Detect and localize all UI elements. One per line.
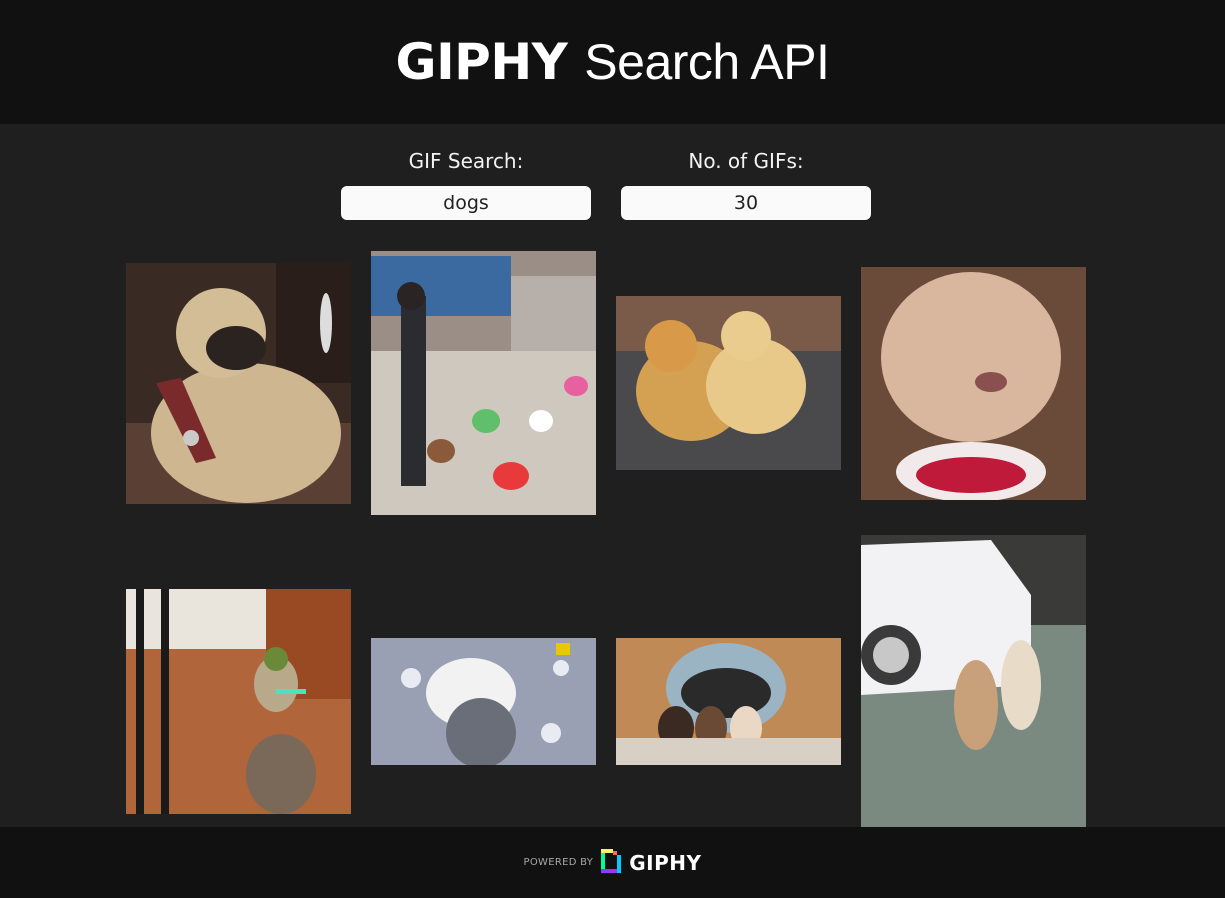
title-brand: GIPHY [395,33,568,91]
gif-image [616,638,841,765]
gif-image [126,263,351,504]
gif-pug[interactable] [126,263,351,504]
gif-image [861,535,1086,828]
gif-image [371,251,596,515]
gif-windblown-dog[interactable] [371,638,596,765]
search-field-group: GIF Search: [341,146,591,220]
page-footer: POWERED BY GIPHY [0,827,1225,898]
powered-by-label: POWERED BY [523,857,594,868]
count-input[interactable] [621,186,871,220]
gif-puppies-bed[interactable] [616,638,841,765]
search-input[interactable] [341,186,591,220]
gif-yoda-dog[interactable] [126,589,351,814]
gif-image [861,267,1086,500]
gif-dancing-poodles[interactable] [861,535,1086,828]
gif-image [616,296,841,470]
giphy-logo-icon [601,848,622,877]
count-label: No. of GIFs: [688,149,804,173]
gif-image [371,638,596,765]
count-field-group: No. of GIFs: [621,146,871,220]
search-label: GIF Search: [408,149,524,173]
gif-image [126,589,351,814]
search-controls: GIF Search: No. of GIFs: [0,146,1225,226]
page-header: GIPHY Search API [0,0,1225,124]
title-rest: Search API [584,34,830,90]
gif-labrador-cake[interactable] [861,267,1086,500]
giphy-wordmark: GIPHY [629,850,702,875]
gif-poodles[interactable] [371,251,596,515]
powered-by-giphy[interactable]: POWERED BY GIPHY [523,848,702,877]
page-title: GIPHY Search API [396,33,830,91]
gif-golden-retrievers[interactable] [616,296,841,470]
